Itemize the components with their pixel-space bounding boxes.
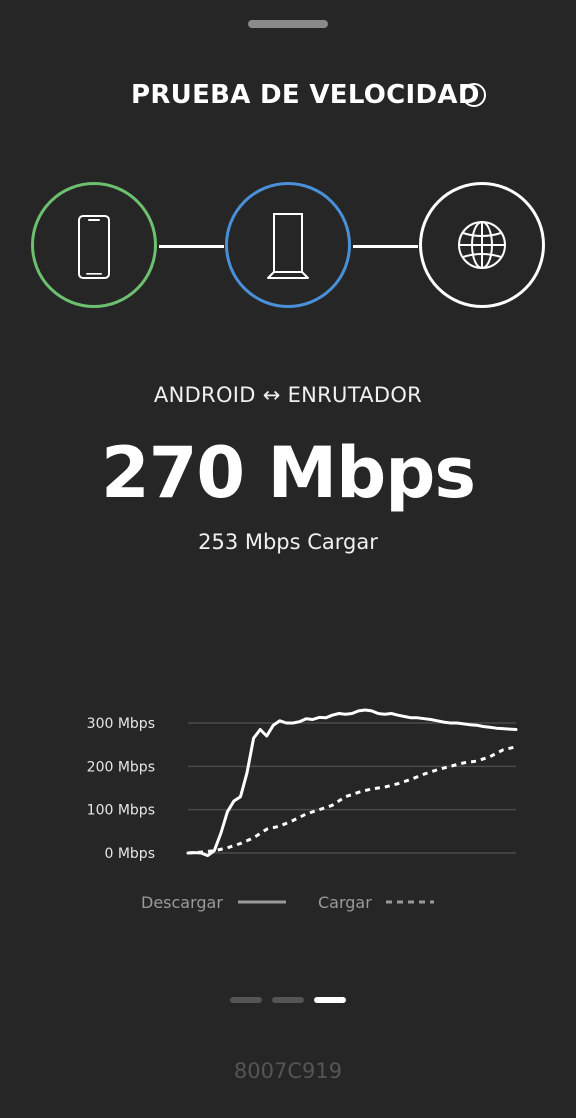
device-id: 8007C919 [233,1059,343,1083]
connector-line [159,245,224,248]
header: PRUEBA DE VELOCIDAD [0,78,576,114]
globe-icon [458,221,506,269]
sheet-drag-handle[interactable] [248,20,328,28]
phone-node [31,182,157,308]
download-speed: 270 Mbps [100,432,476,514]
legend-label: Descargar [141,893,223,912]
route-label: ANDROID ↔ ENRUTADOR [153,383,423,407]
y-tick-label: 300 Mbps [87,716,155,732]
upload-speed: 253 Mbps Cargar [198,530,378,554]
info-icon[interactable] [461,82,487,108]
phone-icon [78,215,110,279]
connector-line [353,245,418,248]
page-title: PRUEBA DE VELOCIDAD [131,80,480,110]
series-line-descargar [186,708,518,858]
speed-chart: 300 Mbps 200 Mbps 100 Mbps 0 Mbps Descargar C… [87,708,518,912]
router-node [225,182,351,308]
y-tick-label: 200 Mbps [87,759,155,775]
y-tick-label: 0 Mbps [104,846,155,862]
page-dot[interactable] [314,997,346,1003]
y-tick-label: 100 Mbps [87,803,155,819]
router-icon [267,213,309,279]
page-dot[interactable] [230,997,262,1003]
page-dot[interactable] [272,997,304,1003]
connection-diagram [0,182,576,314]
legend-label: Cargar [318,893,372,912]
page-indicator [0,997,576,1005]
internet-node [419,182,545,308]
